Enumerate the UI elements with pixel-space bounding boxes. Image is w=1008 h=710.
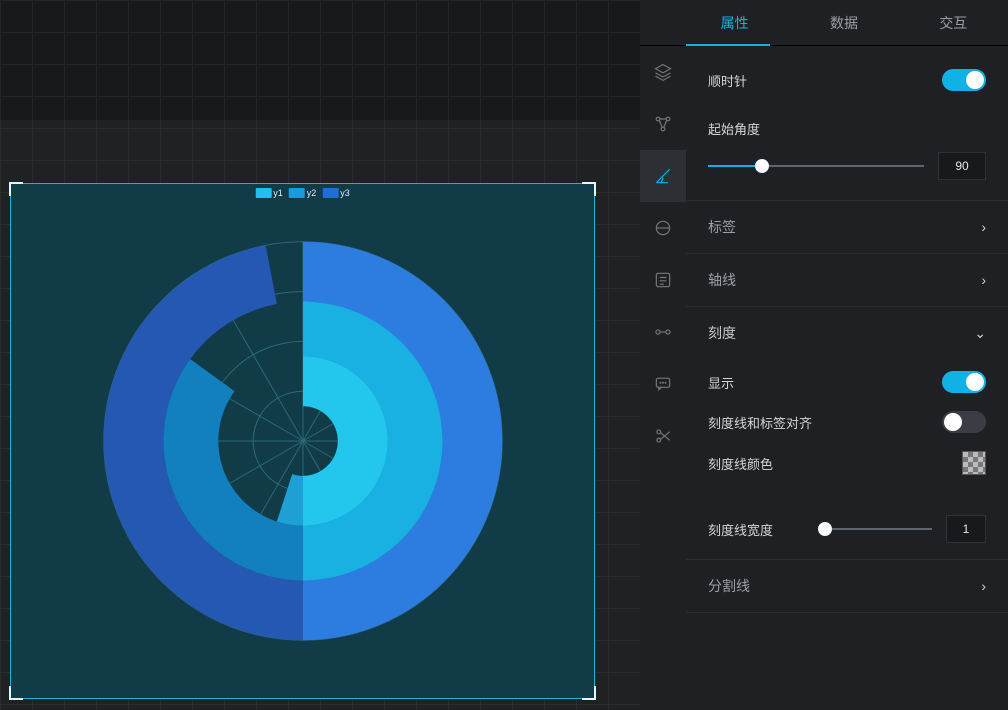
chevron-right-icon: › [981, 272, 986, 288]
clockwise-label: 顺时针 [708, 71, 942, 90]
ticks-show-row: 显示 [708, 371, 986, 393]
splitline-section-label: 分割线 [708, 576, 750, 596]
ticks-color-label: 刻度线颜色 [708, 454, 773, 473]
circle-icon[interactable] [640, 202, 686, 254]
start-angle-label: 起始角度 [708, 119, 986, 138]
ticks-section-label: 刻度 [708, 323, 736, 343]
panel-tabs: 属性 数据 交互 [640, 0, 1008, 46]
ticks-section-header[interactable]: 刻度 ⌄ [708, 309, 986, 357]
tab-data[interactable]: 数据 [789, 13, 898, 33]
ticks-width-slider[interactable] [822, 519, 932, 539]
properties-panel: 属性 数据 交互 顺时针 [640, 0, 1008, 710]
ticks-color-row: 刻度线颜色 [708, 451, 986, 475]
ticks-width-label: 刻度线宽度 [708, 520, 773, 539]
tab-interaction[interactable]: 交互 [899, 13, 1008, 33]
tab-properties[interactable]: 属性 [680, 13, 789, 33]
chevron-right-icon: › [981, 578, 986, 594]
ticks-show-label: 显示 [708, 373, 734, 392]
selected-component-frame[interactable]: y1 y2 y3 [10, 183, 595, 699]
ticks-width-input[interactable] [946, 515, 986, 543]
chevron-down-icon: ⌄ [974, 325, 986, 342]
start-angle-slider[interactable] [708, 156, 924, 176]
ticks-show-toggle[interactable] [942, 371, 986, 393]
clockwise-row: 顺时针 [708, 62, 986, 98]
labels-section-label: 标签 [708, 217, 736, 237]
ticks-align-label: 刻度线和标签对齐 [708, 413, 812, 432]
canvas-area[interactable]: y1 y2 y3 [0, 0, 640, 710]
chat-icon[interactable] [640, 358, 686, 410]
start-angle-control [708, 152, 986, 180]
clockwise-toggle[interactable] [942, 69, 986, 91]
ticks-color-picker[interactable] [962, 451, 986, 475]
link-icon[interactable] [640, 306, 686, 358]
scissors-icon[interactable] [640, 410, 686, 462]
axis-section-label: 轴线 [708, 270, 736, 290]
ticks-align-toggle[interactable] [942, 411, 986, 433]
angle-icon[interactable] [640, 150, 686, 202]
polar-chart [11, 184, 594, 698]
ticks-width-row: 刻度线宽度 [708, 515, 986, 543]
chevron-right-icon: › [981, 219, 986, 235]
labels-section-header[interactable]: 标签 › [708, 203, 986, 251]
nodes-icon[interactable] [640, 98, 686, 150]
axis-section-header[interactable]: 轴线 › [708, 256, 986, 304]
layers-icon[interactable] [640, 46, 686, 98]
side-iconbar [640, 46, 686, 710]
start-angle-input[interactable] [938, 152, 986, 180]
settings-body: 顺时针 起始角度 标签 › 轴线 › 刻度 ⌄ [686, 46, 1008, 710]
ticks-align-row: 刻度线和标签对齐 [708, 411, 986, 433]
start-angle-row: 起始角度 [708, 110, 986, 146]
splitline-section-header[interactable]: 分割线 › [708, 562, 986, 610]
form-icon[interactable] [640, 254, 686, 306]
